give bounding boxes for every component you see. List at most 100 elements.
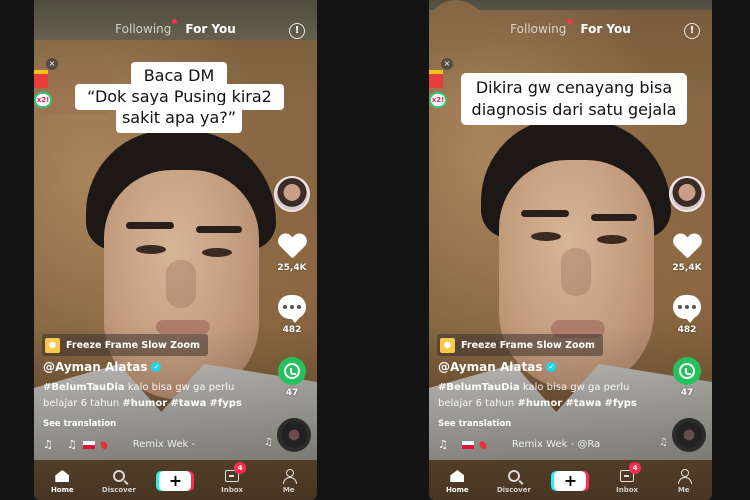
verified-icon: ✓ [151,362,162,372]
nav-me[interactable]: Me [662,468,706,494]
music-notes-icon: ♫ [659,437,668,448]
nav-inbox-label: Inbox [221,486,244,494]
comment-button[interactable]: 482 [673,295,701,335]
hashtag[interactable]: #fyps [210,398,242,409]
pin-icon [477,439,488,450]
music-disc[interactable] [672,418,706,452]
tab-following[interactable]: Following [510,19,573,36]
like-count: 25,4K [277,263,307,273]
hashtag[interactable]: #humor [517,398,562,409]
gift-icon[interactable] [34,70,48,88]
info-icon[interactable]: ! [684,23,700,39]
home-icon [55,470,70,482]
music-note-icon: ♫ [43,438,53,451]
bottom-nav: Home Discover + 4 Inbox Me [34,460,317,500]
whatsapp-icon [673,357,701,385]
caption-line: Dikira gw cenayang bisa [475,78,673,97]
close-icon[interactable]: × [441,58,453,70]
effect-tag[interactable]: ✹ Freeze Frame Slow Zoom [42,334,208,356]
close-icon[interactable]: × [46,58,58,70]
nav-discover[interactable]: Discover [492,468,536,494]
search-icon [507,470,520,482]
gift-multiplier-badge[interactable]: x2! [429,92,447,108]
nav-inbox-label: Inbox [616,486,639,494]
gift-icon[interactable] [429,70,443,88]
hashtag[interactable]: #fyps [605,398,637,409]
like-count: 25,4K [672,263,702,273]
username[interactable]: @Ayman Alatas ✓ [43,360,162,374]
heart-icon [278,234,306,260]
nav-discover[interactable]: Discover [97,468,141,494]
gift-multiplier-badge[interactable]: x2! [34,92,52,108]
caption-line: sakit apa ya?” [116,105,242,133]
like-button[interactable]: 25,4K [672,234,701,273]
caption-line: diagnosis dari satu gejala [471,100,677,119]
tab-following-label: Following [510,22,567,36]
feed-tabs: Following For You [429,19,712,36]
tab-following[interactable]: Following [115,19,178,36]
creator-avatar[interactable] [669,176,705,212]
nav-me[interactable]: Me [267,468,311,494]
music-notes-icon: ♫ [264,437,273,448]
nav-inbox[interactable]: 4 Inbox [210,462,254,494]
create-button[interactable]: + [159,471,192,491]
comment-icon [278,295,306,323]
tab-for-you[interactable]: For You [185,22,235,36]
song-title: Remix Wek - @Ra [511,439,601,450]
comment-button[interactable]: 482 [278,295,306,335]
create-button[interactable]: + [554,471,587,491]
bottom-nav: Home Discover + 4 Inbox Me [429,460,712,500]
effect-tag[interactable]: ✹ Freeze Frame Slow Zoom [437,334,603,356]
nav-home[interactable]: Home [40,468,84,494]
hashtag[interactable]: #BelumTauDia [438,382,520,393]
action-rail: 25,4K 482 47 [666,176,708,398]
home-icon [450,470,465,482]
inbox-badge: 4 [234,462,247,474]
nav-me-label: Me [677,486,690,494]
share-button[interactable]: 47 [673,357,701,398]
verified-icon: ✓ [546,362,557,372]
nav-create[interactable]: + [153,471,197,491]
comment-count: 482 [677,325,697,335]
flag-icon [461,440,474,449]
tab-following-label: Following [115,22,172,36]
nav-discover-label: Discover [496,486,531,494]
music-note-icon: ♫ [438,438,448,451]
action-rail: 25,4K 482 47 [271,176,313,398]
whatsapp-icon [278,357,306,385]
video-description: #BelumTauDia kalo bisa gw ga perlu belaj… [43,380,243,412]
search-icon [112,470,125,482]
nav-home[interactable]: Home [435,468,479,494]
hashtag[interactable]: #tawa [565,398,601,409]
pin-icon [98,439,109,450]
notification-dot [567,19,573,24]
like-button[interactable]: 25,4K [277,234,306,273]
hashtag[interactable]: #humor [122,398,167,409]
nav-create[interactable]: + [548,471,592,491]
music-info[interactable]: ♫ Remix Wek - @Ra [438,438,600,451]
nav-discover-label: Discover [101,486,136,494]
hashtag[interactable]: #BelumTauDia [43,382,125,393]
username[interactable]: @Ayman Alatas ✓ [438,360,557,374]
hashtag[interactable]: #tawa [170,398,206,409]
share-button[interactable]: 47 [278,357,306,398]
share-count: 47 [285,388,299,398]
tab-for-you[interactable]: For You [580,22,630,36]
effect-icon: ✹ [45,337,60,353]
music-disc[interactable] [277,418,311,452]
music-info[interactable]: ♫ ♫ Remix Wek - [43,438,195,451]
creator-avatar[interactable] [274,176,310,212]
effect-name: Freeze Frame Slow Zoom [66,339,200,351]
video-screen-left[interactable]: Following For You ! × x2! Baca DM “Dok s… [34,0,317,500]
video-screen-right[interactable]: Following For You ! × x2! Dikira gw cena… [429,0,712,500]
effect-name: Freeze Frame Slow Zoom [461,339,595,351]
notification-dot [172,19,178,24]
see-translation-link[interactable]: See translation [43,419,116,429]
see-translation-link[interactable]: See translation [438,419,511,429]
feed-tabs: Following For You [34,19,317,36]
profile-icon [282,468,297,484]
nav-inbox[interactable]: 4 Inbox [605,462,649,494]
caption-box: Dikira gw cenayang bisa diagnosis dari s… [461,73,687,125]
nav-me-label: Me [282,486,295,494]
info-icon[interactable]: ! [289,23,305,39]
